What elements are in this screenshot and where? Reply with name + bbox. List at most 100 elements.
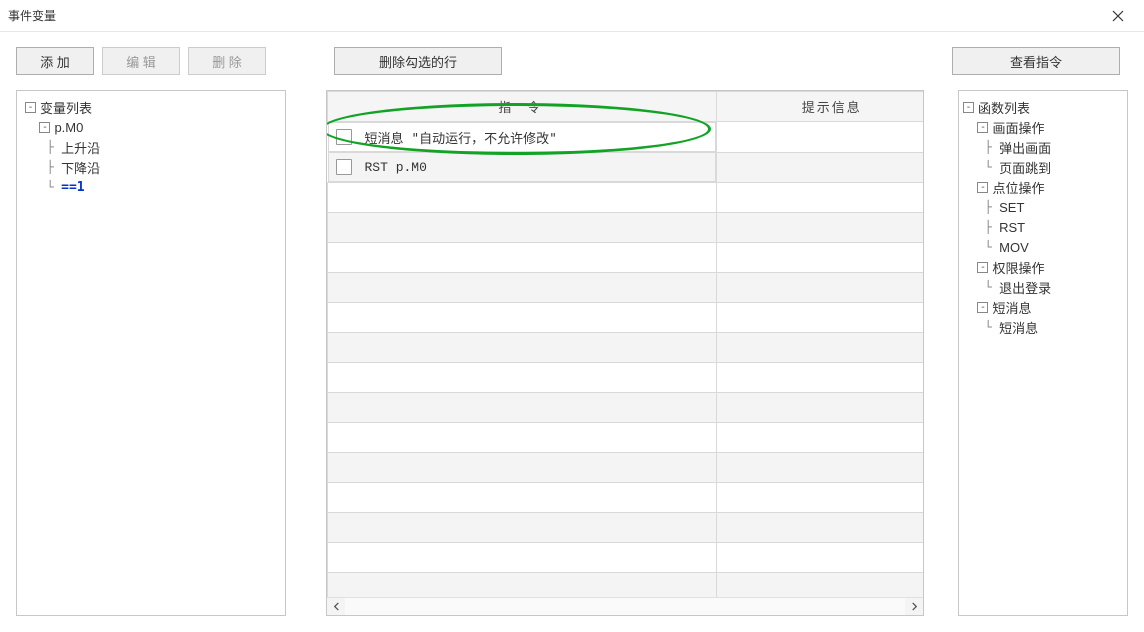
- horizontal-scrollbar[interactable]: [327, 597, 923, 615]
- row-checkbox[interactable]: [336, 129, 352, 145]
- add-button[interactable]: 添 加: [16, 47, 94, 75]
- tip-cell[interactable]: [717, 543, 923, 573]
- col-tip[interactable]: 提示信息: [717, 92, 923, 122]
- tree-line: └: [963, 240, 999, 254]
- functree-leaf[interactable]: ├ RST: [963, 217, 1123, 237]
- tip-cell[interactable]: [717, 213, 923, 243]
- edit-button[interactable]: 编 辑: [102, 47, 180, 75]
- command-cell[interactable]: [328, 213, 717, 243]
- vartree-item-label: p.M0: [54, 120, 83, 135]
- tree-line: [963, 300, 977, 314]
- tip-cell[interactable]: [717, 363, 923, 393]
- tip-cell[interactable]: [717, 243, 923, 273]
- tip-cell[interactable]: [717, 333, 923, 363]
- command-cell[interactable]: [328, 393, 717, 423]
- collapse-icon[interactable]: -: [25, 102, 36, 113]
- table-row[interactable]: [328, 543, 924, 573]
- table-row[interactable]: [328, 513, 924, 543]
- tip-cell[interactable]: [717, 513, 923, 543]
- table-row[interactable]: [328, 273, 924, 303]
- functree-leaf[interactable]: └ MOV: [963, 237, 1123, 257]
- functree-group-label: 权限操作: [992, 258, 1044, 277]
- table-row[interactable]: [328, 483, 924, 513]
- tip-cell[interactable]: [717, 183, 923, 213]
- tree-line: └: [963, 160, 999, 174]
- vartree-leaf[interactable]: └ ==1: [25, 177, 277, 197]
- table-row[interactable]: [328, 183, 924, 213]
- command-cell[interactable]: [328, 423, 717, 453]
- table-row[interactable]: [328, 573, 924, 598]
- command-cell[interactable]: [328, 363, 717, 393]
- functree-group[interactable]: -点位操作: [963, 177, 1123, 197]
- tree-line: [963, 180, 977, 194]
- collapse-icon[interactable]: -: [977, 262, 988, 273]
- command-cell[interactable]: [328, 483, 717, 513]
- vartree-root[interactable]: - 变量列表: [25, 97, 277, 117]
- functree-leaf[interactable]: ├ 弹出画面: [963, 137, 1123, 157]
- tip-cell[interactable]: [717, 573, 923, 598]
- command-table: 指 令 提示信息 短消息 "自动运行，不允许修改"RST p.M0: [327, 91, 923, 597]
- row-checkbox[interactable]: [336, 159, 352, 175]
- tip-cell[interactable]: [717, 483, 923, 513]
- functree-group[interactable]: -短消息: [963, 297, 1123, 317]
- table-row[interactable]: [328, 333, 924, 363]
- collapse-icon[interactable]: -: [977, 122, 988, 133]
- vartree-item[interactable]: - p.M0: [25, 117, 277, 137]
- table-row[interactable]: [328, 423, 924, 453]
- tip-cell[interactable]: [717, 273, 923, 303]
- table-row[interactable]: [328, 363, 924, 393]
- functree-leaf[interactable]: └ 页面跳到: [963, 157, 1123, 177]
- vartree-leaf[interactable]: ├ 下降沿: [25, 157, 277, 177]
- tip-cell[interactable]: [717, 423, 923, 453]
- col-command[interactable]: 指 令: [328, 92, 717, 122]
- command-cell[interactable]: [328, 273, 717, 303]
- table-row[interactable]: [328, 303, 924, 333]
- functree-leaf[interactable]: └ 短消息: [963, 317, 1123, 337]
- command-cell[interactable]: [328, 333, 717, 363]
- delete-button[interactable]: 删 除: [188, 47, 266, 75]
- table-row[interactable]: [328, 453, 924, 483]
- collapse-icon[interactable]: -: [977, 182, 988, 193]
- command-cell[interactable]: [328, 573, 717, 598]
- table-row[interactable]: [328, 243, 924, 273]
- collapse-icon[interactable]: -: [977, 302, 988, 313]
- functree-leaf-label: RST: [999, 220, 1025, 235]
- scroll-right-button[interactable]: [905, 598, 923, 615]
- command-cell[interactable]: [328, 183, 717, 213]
- functree-group[interactable]: -画面操作: [963, 117, 1123, 137]
- tip-cell[interactable]: [717, 453, 923, 483]
- functree-root[interactable]: - 函数列表: [963, 97, 1123, 117]
- table-row[interactable]: RST p.M0: [328, 152, 924, 183]
- content-area: - 变量列表 - p.M0 ├ 上升沿 ├ 下降沿 └ ==1: [0, 90, 1144, 632]
- scroll-left-button[interactable]: [327, 598, 345, 615]
- vartree-leaf[interactable]: ├ 上升沿: [25, 137, 277, 157]
- command-cell[interactable]: [328, 513, 717, 543]
- tree-line: [963, 120, 977, 134]
- table-row[interactable]: 短消息 "自动运行，不允许修改": [328, 122, 924, 153]
- tip-cell[interactable]: [717, 303, 923, 333]
- functree-leaf[interactable]: └ 退出登录: [963, 277, 1123, 297]
- command-cell[interactable]: 短消息 "自动运行，不允许修改": [328, 122, 717, 152]
- command-cell[interactable]: RST p.M0: [328, 152, 717, 182]
- command-cell[interactable]: [328, 543, 717, 573]
- functree-group[interactable]: -权限操作: [963, 257, 1123, 277]
- command-cell[interactable]: [328, 453, 717, 483]
- functree-leaf-label: MOV: [999, 240, 1029, 255]
- tree-line: ├: [963, 220, 999, 234]
- command-cell[interactable]: [328, 243, 717, 273]
- close-button[interactable]: [1102, 0, 1134, 32]
- title-bar: 事件变量: [0, 0, 1144, 32]
- collapse-icon[interactable]: -: [39, 122, 50, 133]
- scroll-track[interactable]: [345, 598, 905, 615]
- tip-cell[interactable]: [717, 152, 923, 183]
- command-cell[interactable]: [328, 303, 717, 333]
- delete-checked-button[interactable]: 删除勾选的行: [334, 47, 502, 75]
- functree-leaf-label: SET: [999, 200, 1024, 215]
- functree-leaf[interactable]: ├ SET: [963, 197, 1123, 217]
- view-command-button[interactable]: 查看指令: [952, 47, 1120, 75]
- tip-cell[interactable]: [717, 122, 923, 153]
- table-row[interactable]: [328, 213, 924, 243]
- tip-cell[interactable]: [717, 393, 923, 423]
- collapse-icon[interactable]: -: [963, 102, 974, 113]
- table-row[interactable]: [328, 393, 924, 423]
